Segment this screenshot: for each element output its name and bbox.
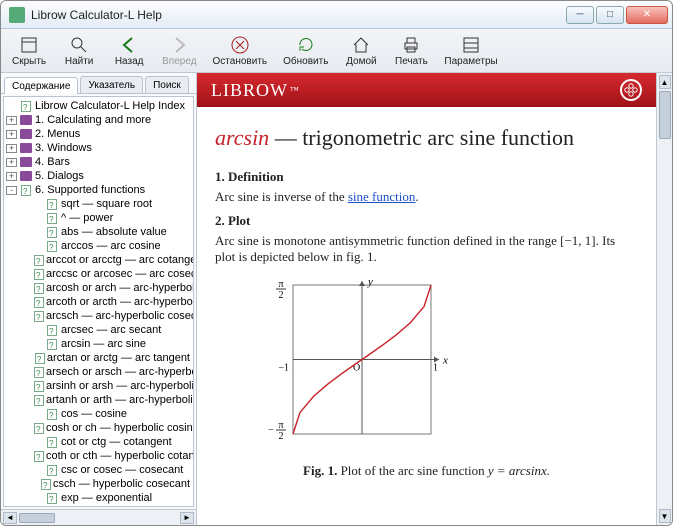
heading-definition: 1. Definition [215,169,638,185]
tree-hscrollbar[interactable]: ◄ ► [1,509,196,525]
brand-tm: ™ [290,85,300,95]
close-button[interactable]: ✕ [626,6,668,24]
titlebar[interactable]: Librow Calculator-L Help ─ □ ✕ [1,1,672,29]
tree-item[interactable]: +4. Bars [6,155,191,169]
back-button[interactable]: Назад [105,32,153,70]
tree-item[interactable]: ^ — power [6,211,191,225]
contents-tree[interactable]: Librow Calculator-L Help Index+1. Calcul… [3,96,194,507]
options-button[interactable]: Параметры [437,32,504,70]
function-name: arcsin [215,125,269,150]
svg-text:y: y [367,277,373,288]
tree-item[interactable]: arcsch — arc-hyperbolic cosecant [6,309,191,323]
tree-item[interactable]: +5. Dialogs [6,169,191,183]
brand-name: LIBROW [211,80,288,101]
tree-item[interactable]: arccos — arc cosine [6,239,191,253]
tree-item[interactable]: arccsc or arcosec — arc cosecant [6,267,191,281]
tree-item[interactable]: Librow Calculator-L Help Index [6,99,191,113]
tree-item[interactable]: csch — hyperbolic cosecant [6,477,191,491]
svg-text:x: x [442,355,448,367]
definition-text: Arc sine is inverse of the sine function… [215,189,638,205]
app-icon [9,7,25,23]
plot-text: Arc sine is monotone antisymmetric funct… [215,233,638,265]
article: arcsin — trigonometric arc sine function… [197,107,656,493]
svg-text:2: 2 [279,290,284,301]
tree-item[interactable]: arcosh or arch — arc-hyperbolic cosine [6,281,191,295]
plot-figure: −11Oπ2π2−xy [259,277,638,455]
help-window: Librow Calculator-L Help ─ □ ✕ Скрыть На… [0,0,673,526]
tree-item[interactable]: arcsin — arc sine [6,337,191,351]
tree-item[interactable]: arsech or arsch — arc-hyperbolic secant [6,365,191,379]
svg-text:2: 2 [279,431,284,442]
tree-item[interactable]: arsinh or arsh — arc-hyperbolic sine [6,379,191,393]
tree-item[interactable]: cosh or ch — hyperbolic cosine [6,421,191,435]
hide-button[interactable]: Скрыть [5,32,53,70]
tree-item[interactable]: +1. Calculating and more [6,113,191,127]
print-button[interactable]: Печать [387,32,435,70]
brand-banner: LIBROW™ [197,73,656,107]
home-button[interactable]: Домой [337,32,385,70]
maximize-button[interactable]: □ [596,6,624,24]
content-pane: LIBROW™ arcsin — trigonometric arc sine … [197,73,672,525]
tree-item[interactable]: sqrt — square root [6,197,191,211]
tree-item[interactable]: arccot or arcctg — arc cotangent [6,253,191,267]
nav-tabs: Содержание Указатель Поиск [1,73,196,94]
tab-search[interactable]: Поиск [145,76,189,93]
tree-item[interactable]: cos — cosine [6,407,191,421]
tree-item[interactable]: arctan or arctg — arc tangent [6,351,191,365]
tree-item[interactable]: cot or ctg — cotangent [6,435,191,449]
scroll-up-icon[interactable]: ▲ [659,75,671,89]
svg-text:1: 1 [433,363,438,374]
svg-text:π: π [278,420,283,431]
sine-function-link[interactable]: sine function [348,189,416,204]
minimize-button[interactable]: ─ [566,6,594,24]
tab-contents[interactable]: Содержание [4,77,78,94]
tree-item[interactable]: +3. Windows [6,141,191,155]
navigation-pane: Содержание Указатель Поиск Librow Calcul… [1,73,197,525]
stop-button[interactable]: Остановить [206,32,275,70]
heading-plot: 2. Plot [215,213,638,229]
toolbar: Скрыть Найти Назад Вперед Остановить Обн… [1,29,672,73]
scroll-left-icon[interactable]: ◄ [3,512,17,524]
forward-button[interactable]: Вперед [155,32,203,70]
scroll-down-icon[interactable]: ▼ [659,509,671,523]
scroll-thumb[interactable] [19,513,55,523]
tree-item[interactable]: csc or cosec — cosecant [6,463,191,477]
svg-text:π: π [278,279,283,290]
window-title: Librow Calculator-L Help [31,8,566,22]
tree-item[interactable]: arcsec — arc secant [6,323,191,337]
tree-item[interactable]: exp — exponential [6,491,191,505]
scroll-thumb[interactable] [659,91,671,139]
svg-text:−1: −1 [278,363,289,374]
brand-logo-icon [620,79,642,101]
tab-index[interactable]: Указатель [80,76,143,93]
tree-item[interactable]: abs — absolute value [6,225,191,239]
article-title: arcsin — trigonometric arc sine function [215,125,638,151]
figure-caption: Fig. 1. Plot of the arc sine function y … [215,463,638,479]
tree-item[interactable]: +2. Menus [6,127,191,141]
tree-item[interactable]: artanh or arth — arc-hyperbolic tangent [6,393,191,407]
tree-item[interactable]: arcoth or arcth — arc-hyperbolic cotange… [6,295,191,309]
tree-item[interactable]: ln — natural logarithmic [6,505,191,507]
content-vscrollbar[interactable]: ▲ ▼ [656,73,672,525]
refresh-button[interactable]: Обновить [276,32,335,70]
tree-item[interactable]: coth or cth — hyperbolic cotangent [6,449,191,463]
find-button[interactable]: Найти [55,32,103,70]
scroll-right-icon[interactable]: ► [180,512,194,524]
svg-text:−: − [268,425,274,436]
tree-item[interactable]: -6. Supported functions [6,183,191,197]
